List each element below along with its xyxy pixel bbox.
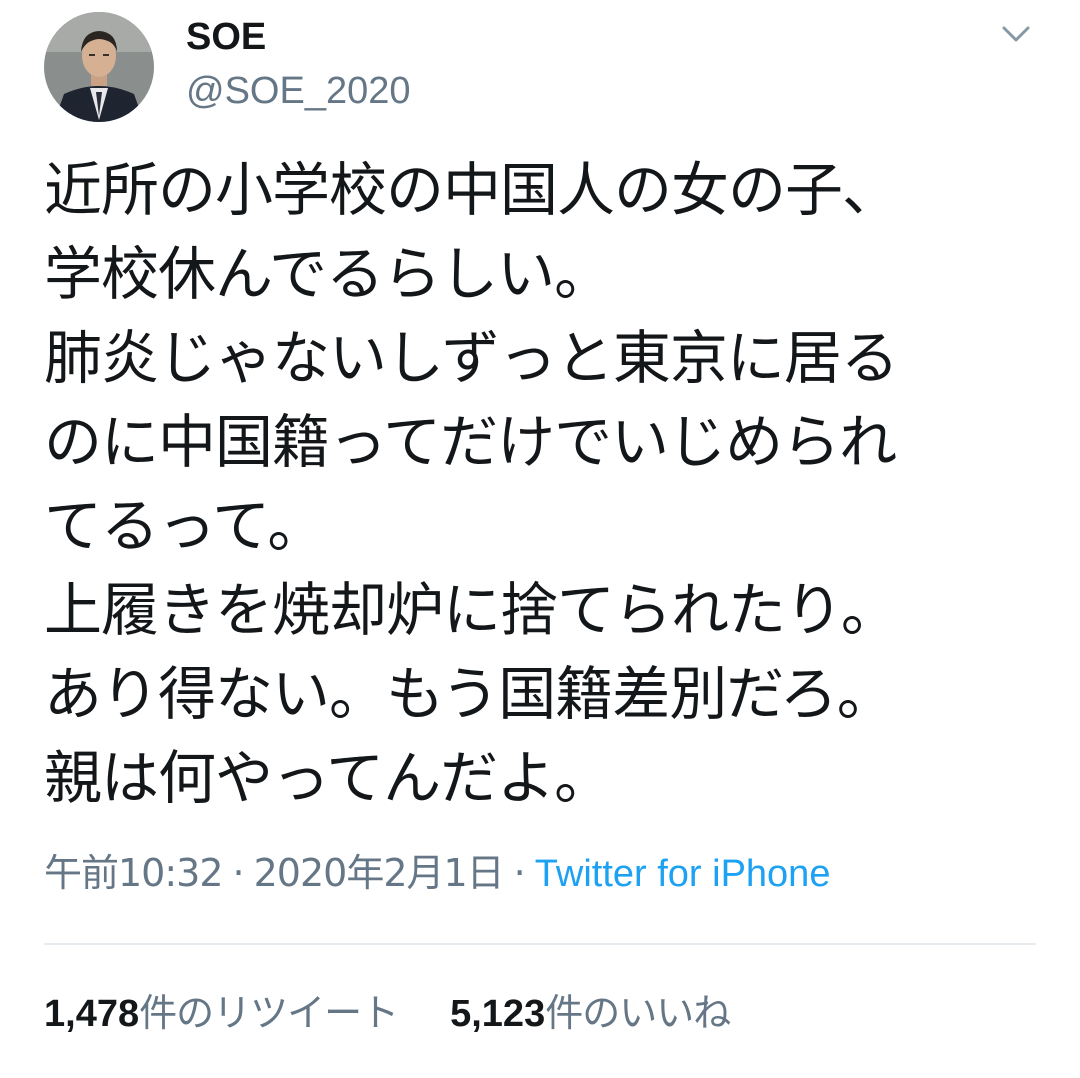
- tweet-metadata: 午前10:32 · 2020年2月1日 · Twitter for iPhone: [44, 850, 830, 897]
- tweet-date[interactable]: 2020年2月1日: [254, 851, 505, 895]
- chevron-down-icon: [1002, 26, 1030, 42]
- tweet-text: 近所の小学校の中国人の女の子、 学校休んでるらしい。 肺炎じゃないしずっと東京に…: [44, 148, 1044, 820]
- tweet-source-link[interactable]: Twitter for iPhone: [535, 853, 831, 895]
- tweet-text-line: 上履きを焼却炉に捨てられたり。: [44, 576, 899, 644]
- likes-count: 5,123: [450, 993, 546, 1035]
- meta-separator: ·: [513, 851, 526, 895]
- retweets-count: 1,478: [44, 993, 140, 1035]
- retweets-label: 件のリツイート: [139, 991, 399, 1035]
- tweet-text-line: 肺炎じゃないしずっと東京に居る: [44, 324, 899, 392]
- profile-photo-icon: [44, 12, 154, 122]
- tweet-menu-button[interactable]: [996, 18, 1036, 52]
- tweet-text-line: 近所の小学校の中国人の女の子、: [44, 156, 900, 224]
- tweet-text-line: あり得ない。もう国籍差別だろ。: [44, 660, 895, 728]
- tweet-card: SOE @SOE_2020 近所の小学校の中国人の女の子、 学校休んでるらしい。…: [0, 0, 1080, 1078]
- tweet-time[interactable]: 午前10:32: [44, 851, 224, 895]
- user-handle[interactable]: @SOE_2020: [186, 68, 411, 114]
- display-name[interactable]: SOE: [186, 14, 266, 60]
- tweet-text-line: 親は何やってんだよ。: [44, 744, 612, 812]
- avatar[interactable]: [44, 12, 154, 122]
- divider: [44, 943, 1036, 945]
- tweet-text-line: 学校休んでるらしい。: [44, 240, 612, 308]
- tweet-text-line: のに中国籍ってだけでいじめられ: [44, 408, 897, 476]
- tweet-stats: 1,478件のリツイート 5,123件のいいね: [44, 990, 731, 1037]
- tweet-text-line: てるって。: [44, 492, 325, 560]
- likes-stat[interactable]: 5,123件のいいね: [450, 990, 731, 1037]
- retweets-stat[interactable]: 1,478件のリツイート: [44, 990, 399, 1037]
- likes-label: 件のいいね: [545, 991, 731, 1035]
- meta-separator: ·: [232, 851, 245, 895]
